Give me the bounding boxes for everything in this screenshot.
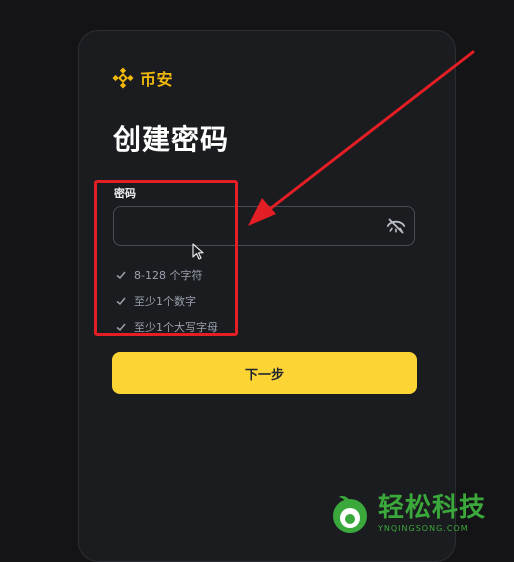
watermark: 轻松科技 YNQINGSONG.COM bbox=[328, 490, 514, 537]
hide-password-icon[interactable] bbox=[386, 217, 406, 235]
brand-name: 币安 bbox=[140, 70, 174, 89]
page-title: 创建密码 bbox=[113, 123, 230, 156]
next-step-button[interactable]: 下一步 bbox=[112, 352, 417, 394]
binance-logo-icon bbox=[112, 67, 134, 89]
watermark-logo-icon bbox=[333, 495, 367, 533]
watermark-text: 轻松科技 bbox=[378, 493, 487, 523]
watermark-subtext: YNQINGSONG.COM bbox=[378, 524, 469, 533]
brand-logo: 币安 bbox=[112, 66, 173, 90]
annotation-highlight-box bbox=[94, 180, 238, 336]
